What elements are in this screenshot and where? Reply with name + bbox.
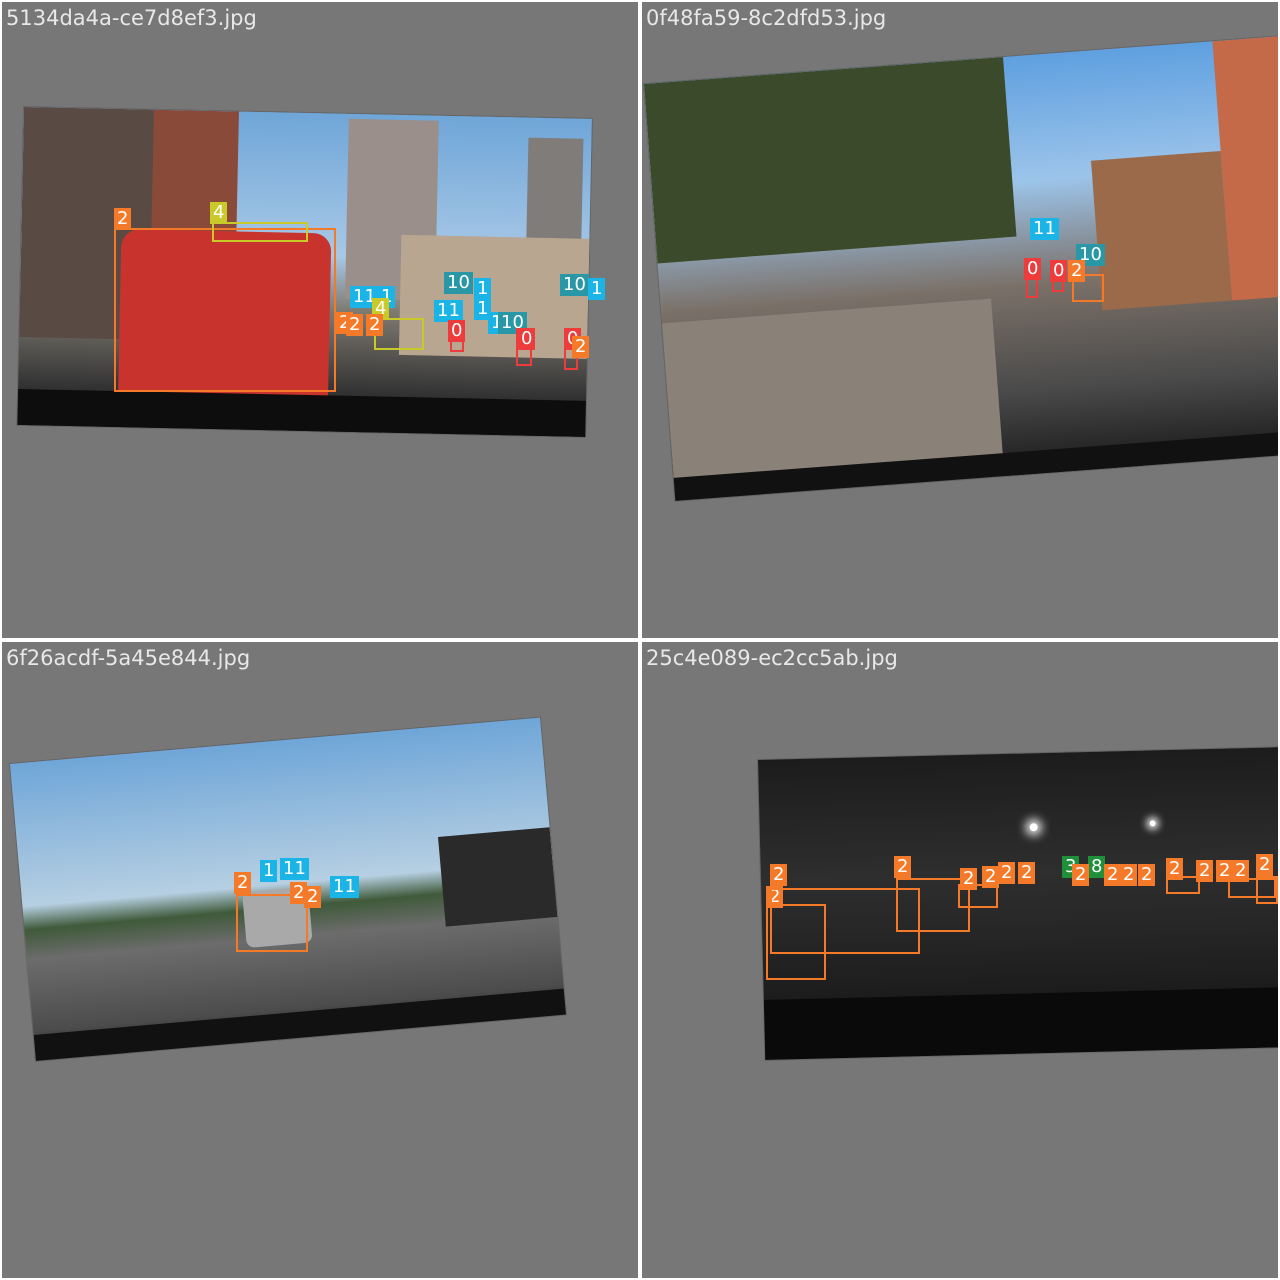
detection-label: 2: [304, 886, 322, 908]
tile-filename: 0f48fa59-8c2dfd53.jpg: [646, 6, 887, 30]
detection-label: 2: [1138, 864, 1156, 886]
mosaic-tile-4: 25c4e089-ec2cc5ab.jpg 2 2 2 2 2 2 3 8 2 …: [642, 642, 1278, 1278]
detection-label: 0: [518, 328, 536, 350]
building-right: [1091, 150, 1232, 311]
dashboard: [33, 988, 566, 1061]
detection-label: 0: [1050, 260, 1068, 282]
detection-label: 2: [1018, 862, 1036, 884]
dark-building: [437, 827, 558, 927]
detection-box: [1166, 876, 1200, 894]
mosaic-tile-3: 6f26acdf-5a45e844.jpg 2 1 11 2 2 11: [2, 642, 638, 1278]
tile-filename: 5134da4a-ce7d8ef3.jpg: [6, 6, 257, 30]
street-light-glow: [1149, 820, 1156, 827]
detection-label: 0: [448, 320, 466, 342]
detection-box: [958, 884, 998, 908]
detection-label: 2: [1068, 260, 1086, 282]
detection-label: 8: [1088, 856, 1106, 878]
detection-label: 10: [560, 274, 589, 296]
detection-label: 2: [894, 856, 912, 878]
detection-label: 0: [1024, 258, 1042, 280]
detection-label: 2: [234, 872, 252, 894]
tile-filename: 25c4e089-ec2cc5ab.jpg: [646, 646, 898, 670]
detection-label: 2: [998, 862, 1016, 884]
detection-label: 1: [474, 278, 492, 300]
detection-label: 11: [1030, 218, 1059, 240]
detection-label: 2: [1256, 854, 1274, 876]
detection-label: 4: [210, 202, 228, 224]
mosaic-tile-2: 0f48fa59-8c2dfd53.jpg 11 10 0 0 2: [642, 2, 1278, 638]
detection-label: 2: [1072, 864, 1090, 886]
dashboard: [763, 987, 1278, 1060]
detection-box: [1256, 876, 1278, 904]
detection-label: 2: [366, 314, 384, 336]
detection-label: 11: [330, 876, 359, 898]
detection-label: 11: [280, 858, 309, 880]
detection-label: 2: [1104, 864, 1122, 886]
detection-box: [114, 228, 336, 392]
detection-label: 2: [114, 208, 132, 230]
tile-filename: 6f26acdf-5a45e844.jpg: [6, 646, 251, 670]
detection-label: 2: [1120, 864, 1138, 886]
detection-label: 11: [434, 300, 463, 322]
street-photo: [644, 36, 1278, 501]
shop-row: [398, 234, 590, 359]
tree-canopy: [644, 57, 1017, 264]
detection-label: 2: [572, 336, 590, 358]
detection-label: 1: [260, 860, 278, 882]
highway-photo: [10, 717, 566, 1061]
dashboard: [17, 388, 586, 437]
detection-label: 2: [346, 314, 364, 336]
detection-label: 10: [444, 272, 473, 294]
detection-box: [212, 222, 308, 242]
detection-label: 1: [588, 278, 606, 300]
mosaic-tile-1: 5134da4a-ce7d8ef3.jpg 2 4 11 1 10 1 10 1…: [2, 2, 638, 638]
detection-label: 2: [770, 864, 788, 886]
street-light-glow: [1029, 823, 1038, 832]
